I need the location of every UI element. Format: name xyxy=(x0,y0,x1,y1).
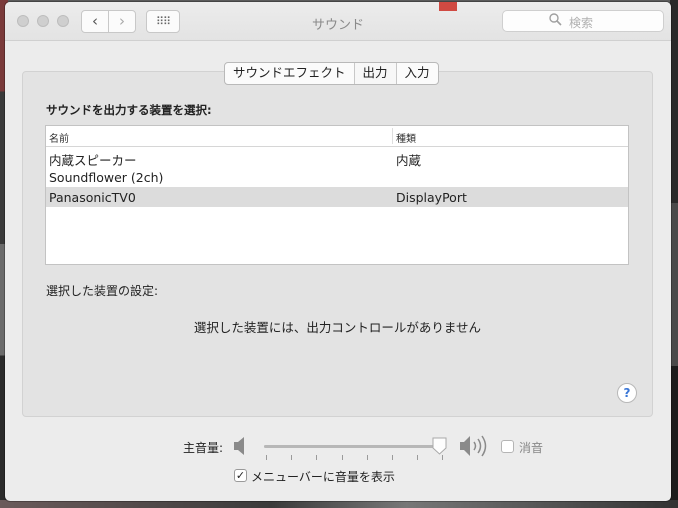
table-row[interactable]: 内蔵スピーカー 内蔵 xyxy=(46,147,628,168)
tab-output[interactable]: 出力 xyxy=(354,63,397,84)
tab-bar: サウンドエフェクト 出力 入力 xyxy=(224,62,439,85)
table-header: 名前 種類 xyxy=(46,126,628,147)
output-panel: サウンドを出力する装置を選択: 名前 種類 内蔵スピーカー 内蔵 Soundfl… xyxy=(22,71,653,417)
volume-slider-fill xyxy=(264,445,439,448)
show-volume-in-menubar-checkbox[interactable]: ✓ xyxy=(234,469,247,482)
device-settings-label: 選択した装置の設定: xyxy=(46,284,159,298)
background-window-edge xyxy=(439,2,457,11)
search-field[interactable]: 検索 xyxy=(502,10,664,32)
output-volume-label: 主音量: xyxy=(183,441,224,455)
volume-slider-track[interactable] xyxy=(264,445,444,448)
volume-slider-thumb[interactable] xyxy=(432,437,447,455)
column-header-type[interactable]: 種類 xyxy=(396,130,416,145)
no-controls-message: 選択した装置には、出力コントロールがありません xyxy=(193,320,482,335)
desktop-background-bottom xyxy=(0,500,678,508)
show-volume-in-menubar-label: メニューバーに音量を表示 xyxy=(251,470,395,484)
help-icon[interactable]: ? xyxy=(617,383,637,403)
volume-tick xyxy=(266,455,267,460)
table-row-selected[interactable]: PanasonicTV0 DisplayPort xyxy=(46,187,628,207)
volume-tick xyxy=(341,455,343,460)
tab-input[interactable]: 入力 xyxy=(397,63,438,84)
mute-label: 消音 xyxy=(519,441,544,455)
tab-sound-effects[interactable]: サウンドエフェクト xyxy=(225,63,355,84)
search-icon xyxy=(549,13,562,30)
table-row[interactable]: Soundflower (2ch) xyxy=(46,167,628,187)
volume-tick xyxy=(417,455,419,460)
device-name: PanasonicTV0 xyxy=(49,190,136,205)
speaker-high-icon xyxy=(459,434,493,461)
volume-tick xyxy=(316,455,318,460)
volume-tick xyxy=(366,455,368,460)
title-bar: ‹ › ⠿⠿ サウンド 検索 xyxy=(5,2,671,41)
device-type: DisplayPort xyxy=(396,190,467,205)
select-device-label: サウンドを出力する装置を選択: xyxy=(46,103,212,117)
mute-checkbox[interactable] xyxy=(501,440,514,453)
device-name: Soundflower (2ch) xyxy=(49,170,164,185)
volume-tick xyxy=(442,455,444,460)
volume-tick xyxy=(392,455,393,460)
volume-tick xyxy=(291,455,293,460)
search-placeholder: 検索 xyxy=(569,16,594,30)
column-header-name[interactable]: 名前 xyxy=(49,130,69,145)
volume-slider-ticks xyxy=(264,455,444,461)
speaker-low-icon xyxy=(233,436,249,459)
desktop-background-right xyxy=(670,0,678,508)
column-divider xyxy=(392,128,393,144)
output-device-table[interactable]: 名前 種類 内蔵スピーカー 内蔵 Soundflower (2ch) Panas… xyxy=(45,125,629,265)
sound-preferences-window: ‹ › ⠿⠿ サウンド 検索 サウンドを出力する装置を選択: 名前 種類 内蔵ス… xyxy=(5,2,671,501)
